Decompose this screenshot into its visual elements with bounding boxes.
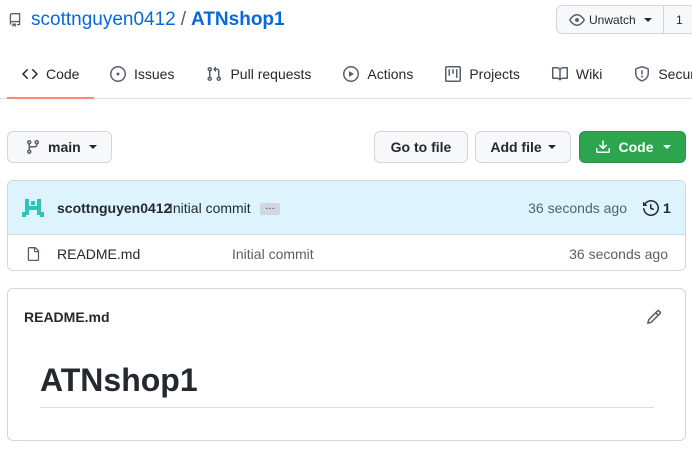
tab-security[interactable]: Security	[618, 50, 692, 98]
watch-button-group: Unwatch 1	[556, 5, 692, 34]
tab-actions[interactable]: Actions	[327, 50, 429, 98]
repo-owner-link[interactable]: scottnguyen0412	[31, 9, 176, 31]
caret-down-icon	[643, 17, 652, 22]
tab-issues[interactable]: Issues	[94, 50, 190, 98]
branch-selector-button[interactable]: main	[7, 131, 112, 163]
caret-down-icon	[662, 145, 671, 149]
repo-path-separator: /	[180, 9, 187, 30]
file-icon	[26, 246, 40, 262]
table-row: README.md Initial commit 36 seconds ago	[8, 235, 685, 270]
tab-wiki[interactable]: Wiki	[536, 50, 618, 98]
commit-author-link[interactable]: scottnguyen0412	[57, 200, 171, 216]
repo-name-link[interactable]: ATNshop1	[191, 9, 285, 31]
add-file-button[interactable]: Add file	[475, 131, 571, 163]
repo-icon	[8, 12, 22, 28]
readme-panel: README.md ATNshop1	[7, 288, 686, 441]
issue-opened-icon	[110, 66, 126, 82]
file-browser: scottnguyen0412 Initial commit … 36 seco…	[7, 180, 686, 271]
tab-projects-label: Projects	[469, 66, 520, 82]
repo-title: scottnguyen0412 / ATNshop1	[8, 6, 285, 34]
tab-code-label: Code	[46, 66, 80, 82]
book-icon	[551, 66, 568, 82]
add-file-label: Add file	[490, 139, 542, 155]
tab-wiki-label: Wiki	[575, 66, 603, 82]
commit-time: 36 seconds ago	[528, 200, 627, 216]
readme-title: README.md	[24, 309, 110, 325]
tab-issues-label: Issues	[134, 66, 175, 82]
go-to-file-button[interactable]: Go to file	[374, 131, 468, 163]
latest-commit-banner: scottnguyen0412 Initial commit … 36 seco…	[8, 181, 685, 235]
commit-history-count[interactable]: 1	[663, 200, 671, 216]
file-name-link[interactable]: README.md	[57, 246, 140, 262]
file-commit-time: 36 seconds ago	[569, 246, 668, 262]
tab-projects[interactable]: Projects	[429, 50, 536, 98]
tab-actions-label: Actions	[367, 66, 414, 82]
unwatch-button[interactable]: Unwatch	[557, 6, 664, 33]
code-button-label: Code	[618, 139, 654, 155]
history-icon[interactable]	[643, 200, 659, 216]
file-commit-message-link[interactable]: Initial commit	[232, 246, 314, 262]
code-download-button[interactable]: Code	[579, 131, 686, 163]
git-branch-icon	[25, 139, 41, 155]
watch-count[interactable]: 1	[664, 13, 683, 27]
branch-name: main	[48, 139, 81, 155]
divider	[40, 407, 654, 408]
caret-down-icon	[88, 145, 97, 149]
eye-icon	[569, 12, 585, 28]
pencil-icon[interactable]	[646, 309, 662, 325]
shield-icon	[634, 66, 650, 82]
tab-code[interactable]: Code	[0, 50, 94, 99]
tab-security-label: Security	[658, 66, 692, 82]
tab-pull-requests-label: Pull requests	[230, 66, 312, 82]
unwatch-label: Unwatch	[589, 12, 636, 27]
readme-heading: ATNshop1	[40, 362, 198, 398]
commit-message-link[interactable]: Initial commit	[169, 200, 251, 216]
commit-expand-button[interactable]: …	[260, 202, 280, 215]
download-icon	[595, 139, 611, 155]
code-icon	[22, 66, 38, 82]
tab-pull-requests[interactable]: Pull requests	[190, 50, 327, 98]
play-icon	[343, 66, 360, 82]
git-pull-request-icon	[206, 66, 222, 82]
caret-down-icon	[547, 145, 556, 149]
project-icon	[445, 66, 462, 82]
avatar[interactable]	[22, 197, 44, 219]
repo-tabs: Code Issues Pull requests Actions Projec…	[0, 50, 692, 99]
